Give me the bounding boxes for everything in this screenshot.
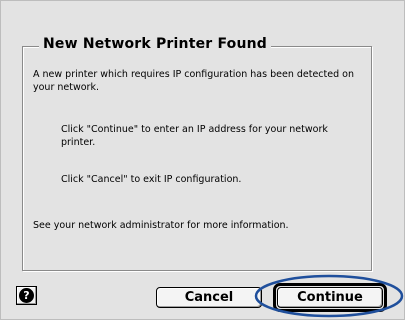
group-title: New Network Printer Found [39,34,272,54]
question-mark-icon: ? [19,288,34,303]
cancel-button[interactable]: Cancel [156,287,262,308]
help-button[interactable]: ? [16,286,37,305]
dialog-window: New Network Printer Found A new printer … [0,0,405,320]
message-cancel-instruction: Click "Cancel" to exit IP configuration. [61,174,242,185]
message-admin-info: See your network administrator for more … [33,220,289,231]
message-continue-instruction: Click "Continue" to enter an IP address … [61,124,328,148]
continue-button[interactable]: Continue [277,287,383,308]
message-detected: A new printer which requires IP configur… [33,69,354,93]
